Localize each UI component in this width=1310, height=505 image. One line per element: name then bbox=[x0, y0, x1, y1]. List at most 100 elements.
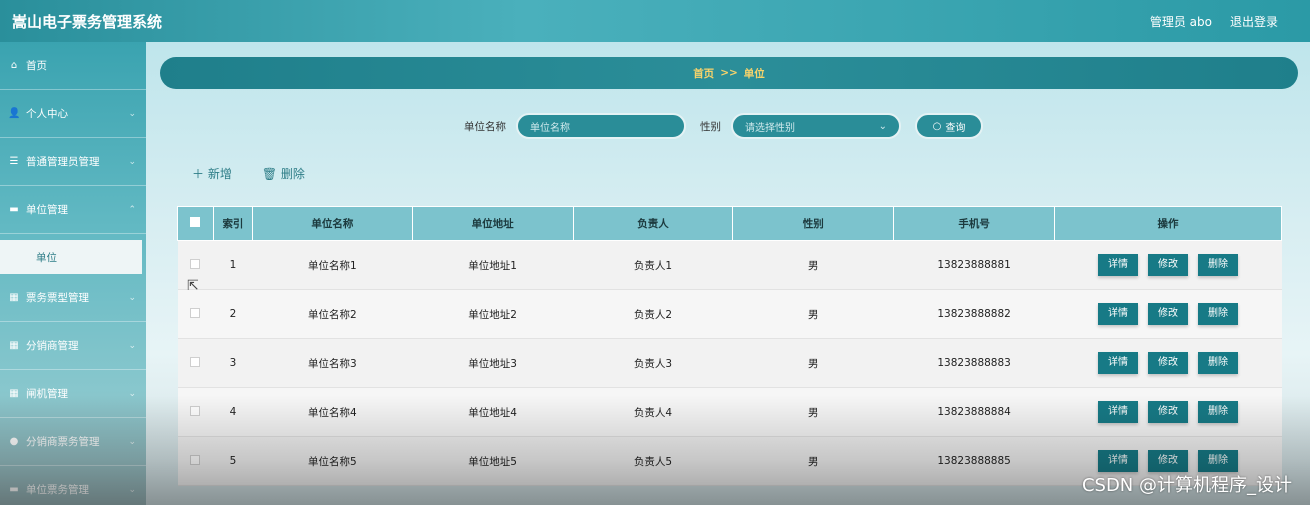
current-user: 管理员 abo bbox=[1149, 14, 1212, 29]
query-button-label: 查询 bbox=[945, 122, 966, 134]
sidebar-item-admins[interactable]: ☰ 普通管理员管理 ⌄ bbox=[0, 138, 146, 186]
cell-manager: 负责人3 bbox=[573, 338, 733, 388]
cell-phone: 13823888884 bbox=[893, 387, 1055, 437]
chevron-down-icon: ⌄ bbox=[128, 156, 136, 167]
row-checkbox[interactable] bbox=[190, 307, 201, 318]
cell-phone: 13823888885 bbox=[893, 436, 1055, 486]
row-delete-button[interactable]: 删除 bbox=[1198, 401, 1239, 423]
edit-button[interactable]: 修改 bbox=[1148, 303, 1189, 325]
edit-button[interactable]: 修改 bbox=[1148, 401, 1189, 423]
detail-button[interactable]: 详情 bbox=[1098, 450, 1139, 472]
row-delete-button[interactable]: 删除 bbox=[1198, 303, 1239, 325]
delete-button-label: 删除 bbox=[280, 167, 305, 181]
cell-address: 单位地址2 bbox=[412, 289, 574, 339]
cell-name: 单位名称5 bbox=[252, 436, 413, 486]
sidebar-item-distributors[interactable]: ▦ 分销商管理 ⌄ bbox=[0, 322, 146, 370]
add-button[interactable]: ＋ 新增 bbox=[192, 165, 232, 182]
breadcrumb-home[interactable]: 首页 bbox=[693, 66, 714, 81]
row-delete-button[interactable]: 删除 bbox=[1198, 450, 1239, 472]
cell-name: 单位名称2 bbox=[252, 289, 413, 339]
cell-manager: 负责人4 bbox=[573, 387, 733, 437]
sidebar-item-home[interactable]: ⌂ 首页 bbox=[0, 42, 146, 90]
cell-manager: 负责人5 bbox=[573, 436, 733, 486]
query-button[interactable]: ○ 查询 bbox=[915, 113, 983, 139]
chevron-down-icon: ⌄ bbox=[128, 292, 136, 303]
sidebar-item-gates[interactable]: ▦ 闸机管理 ⌄ bbox=[0, 370, 146, 418]
sidebar-item-ticket-types[interactable]: ▦ 票务票型管理 ⌄ bbox=[0, 274, 146, 322]
app-title: 嵩山电子票务管理系统 bbox=[12, 12, 163, 31]
monitor-icon: ▬ bbox=[9, 484, 19, 495]
cell-gender: 男 bbox=[732, 387, 894, 437]
cell-actions: 详情 修改 删除 bbox=[1054, 387, 1282, 437]
detail-button[interactable]: 详情 bbox=[1098, 303, 1139, 325]
sidebar-item-profile[interactable]: 👤 个人中心 ⌄ bbox=[0, 90, 146, 138]
row-checkbox[interactable] bbox=[190, 405, 201, 416]
chevron-up-icon: ⌃ bbox=[128, 204, 136, 215]
col-header-gender: 性别 bbox=[732, 206, 895, 241]
sidebar-item-label: 单位管理 bbox=[26, 204, 68, 216]
row-delete-button[interactable]: 删除 bbox=[1198, 352, 1239, 374]
cell-index: 2 bbox=[213, 289, 253, 339]
sidebar-item-distributor-tickets[interactable]: ● 分销商票务管理 ⌄ bbox=[0, 418, 146, 466]
row-checkbox[interactable] bbox=[190, 356, 201, 367]
search-icon: ○ bbox=[932, 120, 942, 132]
table-row: 4 单位名称4 单位地址4 负责人4 男 13823888884 详情 修改 删除 bbox=[177, 387, 1282, 437]
edit-button[interactable]: 修改 bbox=[1148, 450, 1189, 472]
home-icon: ⌂ bbox=[10, 60, 18, 71]
row-checkbox[interactable] bbox=[190, 258, 201, 269]
chevron-down-icon: ⌄ bbox=[878, 120, 887, 132]
sidebar-item-unit-tickets[interactable]: ▬ 单位票务管理 ⌄ bbox=[0, 466, 146, 505]
unit-name-input[interactable]: 单位名称 bbox=[516, 113, 686, 139]
detail-button[interactable]: 详情 bbox=[1098, 401, 1139, 423]
mouse-cursor-icon: ⇱ bbox=[187, 278, 199, 294]
grid-icon: ▦ bbox=[9, 292, 19, 303]
unit-name-label: 单位名称 bbox=[464, 120, 506, 133]
gender-select[interactable]: 请选择性别 ⌄ bbox=[731, 113, 901, 139]
select-all-checkbox[interactable] bbox=[190, 217, 201, 227]
col-header-name: 单位名称 bbox=[251, 206, 413, 241]
sidebar-item-label: 单位票务管理 bbox=[26, 484, 89, 496]
row-checkbox[interactable] bbox=[190, 454, 201, 465]
top-header: 嵩山电子票务管理系统 管理员 abo 退出登录 bbox=[0, 0, 1310, 42]
col-header-actions: 操作 bbox=[1054, 206, 1282, 241]
unit-table: 索引 单位名称 单位地址 负责人 性别 手机号 操作 1 单位名称1 单位地址1 负责… bbox=[177, 206, 1282, 486]
delete-button[interactable]: 🗑 删除 bbox=[262, 165, 305, 182]
detail-button[interactable]: 详情 bbox=[1098, 352, 1139, 374]
sidebar-item-label: 个人中心 bbox=[26, 108, 68, 120]
sidebar: ⌂ 首页 👤 个人中心 ⌄ ☰ 普通管理员管理 ⌄ ▬ 单位管理 ⌃ 单位 ▦ 票务票型管… bbox=[0, 42, 146, 505]
col-header-address: 单位地址 bbox=[411, 206, 574, 241]
table-row: 1 单位名称1 单位地址1 负责人1 男 13823888881 详情 修改 删除 bbox=[177, 240, 1282, 290]
edit-button[interactable]: 修改 bbox=[1148, 254, 1189, 276]
cell-actions: 详情 修改 删除 bbox=[1054, 240, 1282, 290]
chevron-down-icon: ⌄ bbox=[128, 436, 136, 447]
chevron-down-icon: ⌄ bbox=[128, 484, 136, 495]
cell-address: 单位地址3 bbox=[412, 338, 574, 388]
cell-name: 单位名称1 bbox=[252, 240, 413, 290]
sidebar-item-units[interactable]: ▬ 单位管理 ⌃ bbox=[0, 186, 146, 234]
cell-address: 单位地址5 bbox=[412, 436, 574, 486]
chevron-down-icon: ⌄ bbox=[128, 340, 136, 351]
edit-button[interactable]: 修改 bbox=[1148, 352, 1189, 374]
cell-address: 单位地址4 bbox=[412, 387, 574, 437]
row-delete-button[interactable]: 删除 bbox=[1198, 254, 1239, 276]
detail-button[interactable]: 详情 bbox=[1098, 254, 1139, 276]
col-header-manager: 负责人 bbox=[572, 206, 734, 241]
cell-manager: 负责人1 bbox=[573, 240, 733, 290]
logout-link[interactable]: 退出登录 bbox=[1230, 13, 1278, 30]
sidebar-subitem-unit[interactable]: 单位 bbox=[0, 240, 142, 274]
cell-gender: 男 bbox=[732, 289, 894, 339]
grid-icon: ▦ bbox=[9, 340, 19, 351]
chevron-down-icon: ⌄ bbox=[128, 108, 136, 119]
chevron-down-icon: ⌄ bbox=[128, 388, 136, 399]
breadcrumb: 首页 >> 单位 bbox=[160, 57, 1298, 89]
grid-icon: ▦ bbox=[9, 388, 19, 399]
cell-index: 4 bbox=[213, 387, 253, 437]
cell-name: 单位名称4 bbox=[252, 387, 413, 437]
cell-phone: 13823888882 bbox=[893, 289, 1055, 339]
table-row: 3 单位名称3 单位地址3 负责人3 男 13823888883 详情 修改 删除 bbox=[177, 338, 1282, 388]
gender-select-placeholder: 请选择性别 bbox=[745, 122, 795, 134]
cell-index: 1 bbox=[213, 240, 253, 290]
cell-gender: 男 bbox=[732, 338, 894, 388]
cell-name: 单位名称3 bbox=[252, 338, 413, 388]
header-right: 管理员 abo 退出登录 bbox=[1150, 13, 1278, 30]
